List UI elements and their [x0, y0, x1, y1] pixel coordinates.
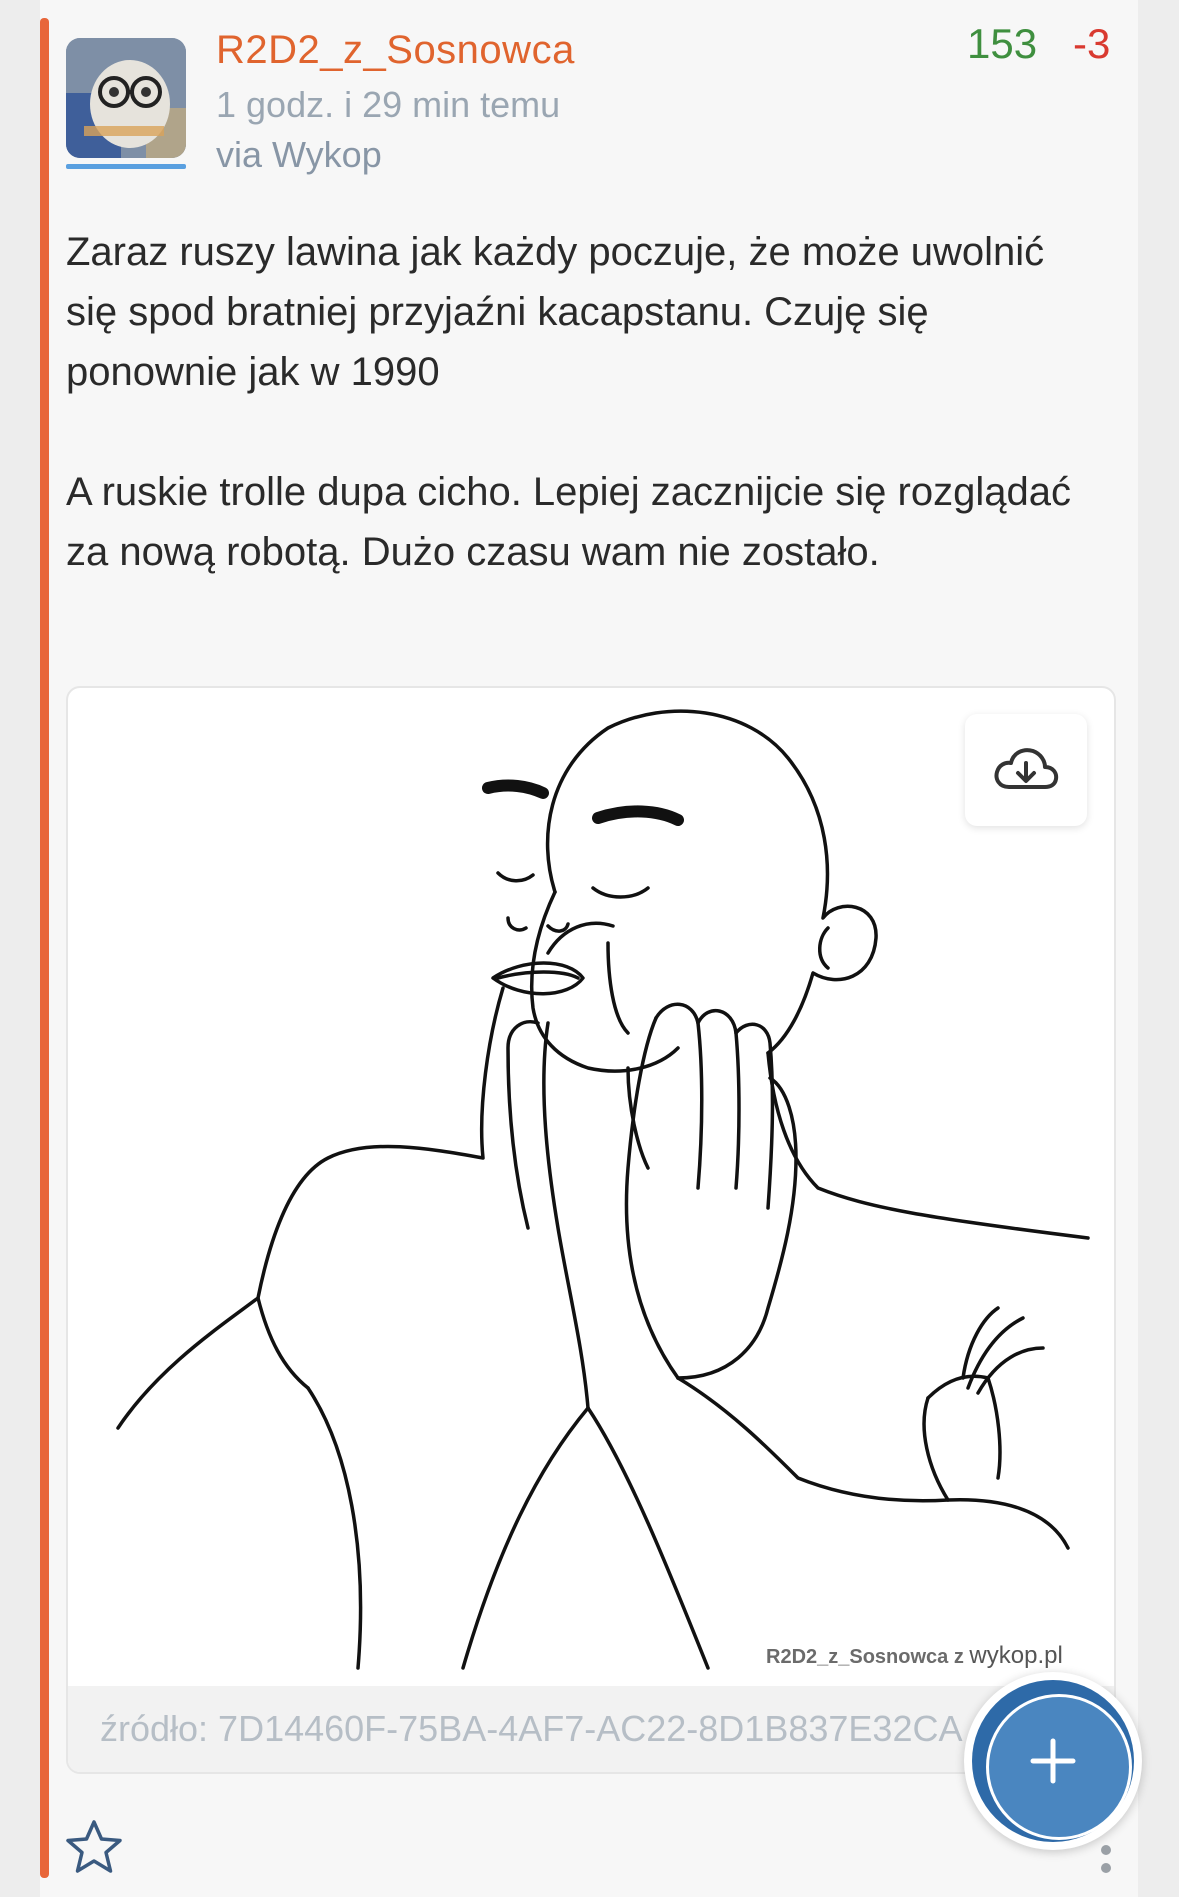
- avatar-underline: [66, 164, 186, 169]
- entry-accent-bar: [40, 18, 49, 1878]
- meme-image[interactable]: [68, 688, 1114, 1686]
- more-options-button[interactable]: [1098, 1842, 1114, 1897]
- author-username[interactable]: R2D2_z_Sosnowca: [216, 28, 575, 73]
- more-vertical-icon: [1101, 1845, 1111, 1873]
- embed-source-bar: źródło: 7D14460F-75BA-4AF7-AC22-8D1B837E…: [68, 1686, 1114, 1772]
- upvote-count[interactable]: 153: [967, 20, 1037, 68]
- download-button[interactable]: [965, 714, 1087, 826]
- entry-source-app: via Wykop: [216, 134, 382, 175]
- image-watermark: R2D2_z_Sosnowca z wykop.pl: [766, 1642, 1063, 1670]
- favorite-button[interactable]: [64, 1818, 124, 1881]
- entry-timestamp[interactable]: 1 godz. i 29 min temu: [216, 84, 560, 126]
- watermark-author: R2D2_z_Sosnowca z: [766, 1646, 964, 1668]
- plus-icon: [1030, 1738, 1076, 1784]
- entry-body: Zaraz ruszy lawina jak każdy poczuje, że…: [66, 222, 1086, 582]
- cloud-download-icon: [994, 748, 1059, 789]
- star-icon: [66, 1820, 122, 1873]
- entry-embed[interactable]: R2D2_z_Sosnowca z wykop.pl źródło: 7D144…: [66, 686, 1116, 1774]
- entry-paragraph: Zaraz ruszy lawina jak każdy poczuje, że…: [66, 230, 1045, 394]
- fab-body: [972, 1680, 1134, 1842]
- downvote-count[interactable]: -3: [1073, 20, 1110, 68]
- watermark-brand: wykop.pl: [969, 1642, 1063, 1669]
- embed-source-text[interactable]: źródło: 7D14460F-75BA-4AF7-AC22-8D1B837E…: [100, 1708, 962, 1750]
- add-entry-fab[interactable]: [964, 1672, 1142, 1850]
- avatar[interactable]: [66, 38, 186, 158]
- entry-paragraph: A ruskie trolle dupa cicho. Lepiej zaczn…: [66, 470, 1071, 574]
